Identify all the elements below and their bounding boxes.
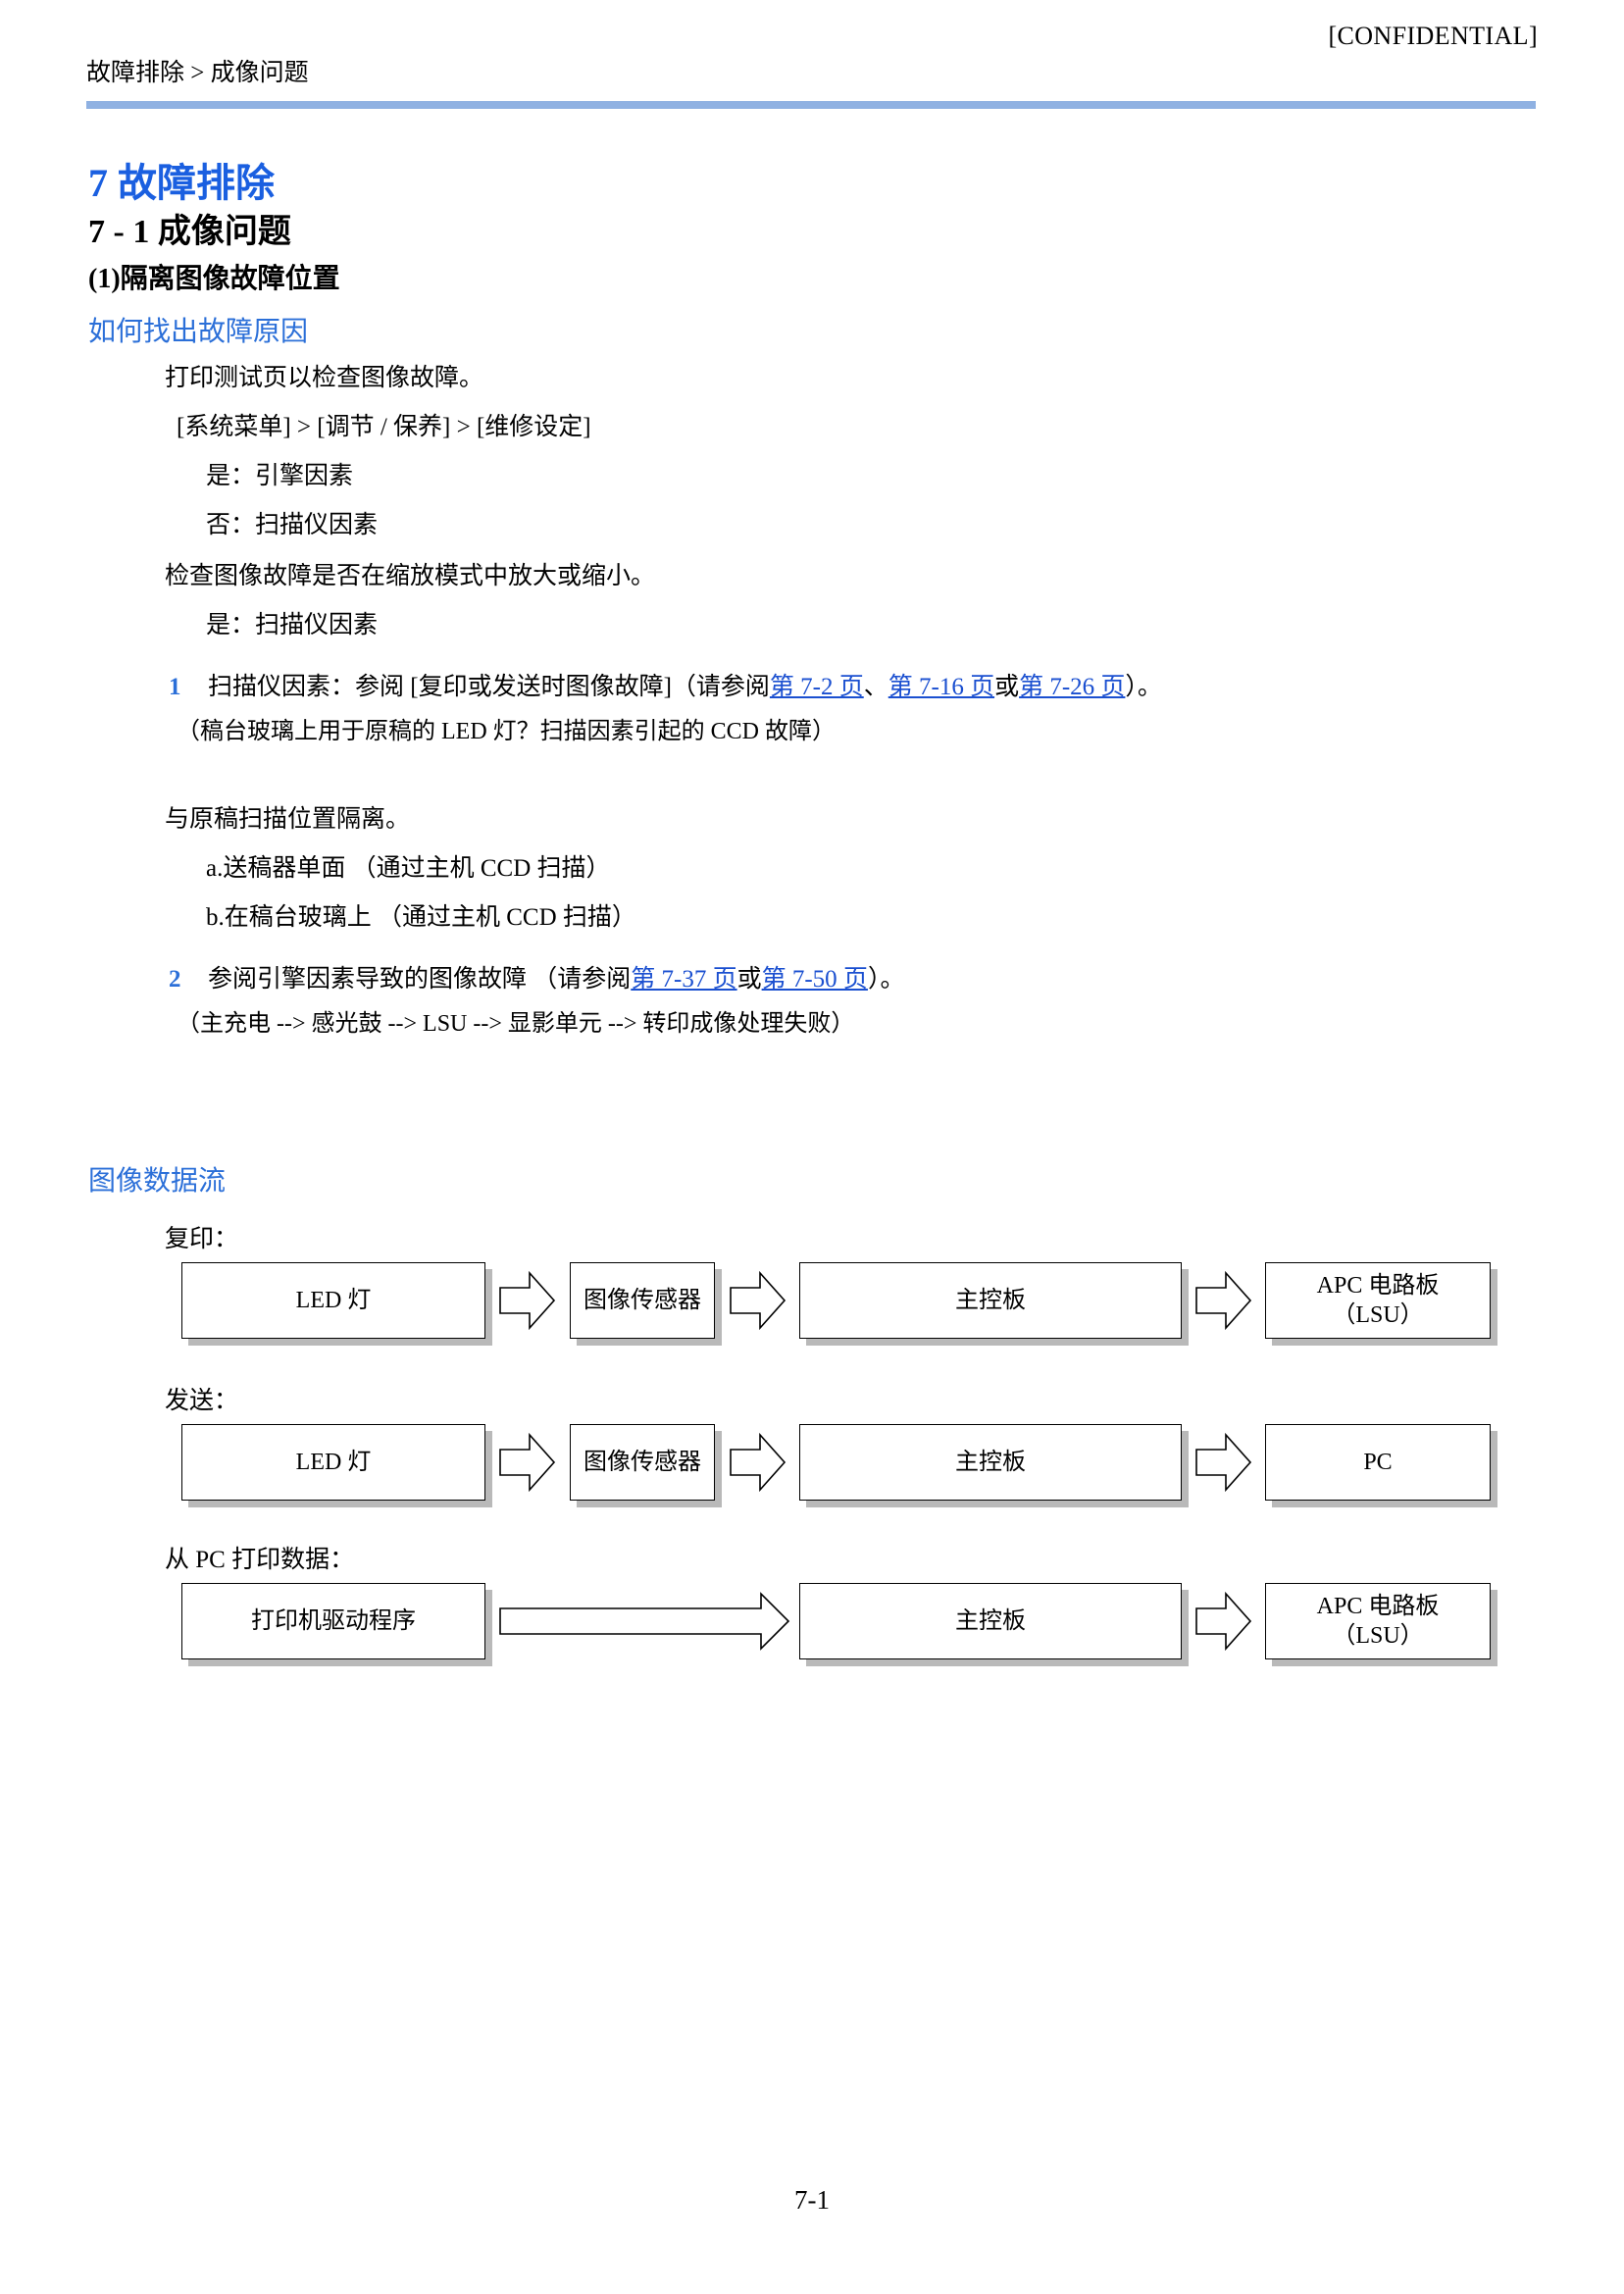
- link-page-7-37[interactable]: 第 7-37 页: [631, 966, 736, 993]
- flow-arrow-icon: [730, 1432, 787, 1493]
- flow-box-label: 主控板: [955, 1608, 1026, 1634]
- heading-how-to-find: 如何找出故障原因: [88, 317, 309, 347]
- breadcrumb: 故障排除 > 成像问题: [86, 60, 309, 86]
- flow-box-label: LED 灯: [295, 1288, 372, 1313]
- list-item-1-note: （稿台玻璃上用于原稿的 LED 灯？扫描因素引起的 CCD 故障）: [177, 719, 836, 744]
- header-rule: [86, 101, 1536, 109]
- footer-page-number: 7-1: [794, 2185, 830, 2215]
- paragraph-print-test: 打印测试页以检查图像故障。: [165, 365, 484, 391]
- link-page-7-50[interactable]: 第 7-50 页: [762, 966, 868, 993]
- flow-label-send: 发送：: [165, 1388, 239, 1414]
- flow-box-label: PC: [1363, 1450, 1393, 1475]
- list-item-1-sep1: 、: [863, 674, 888, 700]
- flow-box-printer-driver: 打印机驱动程序: [181, 1583, 485, 1659]
- paragraph-yes-scanner: 是：扫描仪因素: [206, 612, 379, 638]
- subsection-title: (1)隔离图像故障位置: [88, 264, 340, 294]
- heading-image-data-flow: 图像数据流: [88, 1166, 227, 1197]
- flow-arrow-icon: [1195, 1270, 1252, 1331]
- list-item-1-sep2: 或: [994, 674, 1020, 700]
- list-item-2: 2 参阅引擎因素导致的图像故障 （请参阅第 7-37 页或第 7-50 页）。: [169, 959, 904, 994]
- paragraph-isolate: 与原稿扫描位置隔离。: [165, 806, 411, 833]
- flow-box-label: 图像传感器: [584, 1288, 701, 1313]
- document-page: [CONFIDENTIAL] 故障排除 > 成像问题 7 故障排除 7 - 1 …: [0, 0, 1624, 2294]
- paragraph-option-b: b.在稿台玻璃上 （通过主机 CCD 扫描）: [206, 904, 636, 931]
- list-item-2-text-after: ）。: [867, 966, 905, 993]
- flow-box-led-lamp-copy: LED 灯: [181, 1262, 485, 1339]
- page-title: 7 故障排除: [88, 161, 275, 205]
- list-item-1-number: 1: [169, 674, 181, 700]
- flow-label-copy: 复印：: [165, 1226, 239, 1252]
- flow-arrow-icon: [499, 1270, 556, 1331]
- flow-arrow-icon: [1195, 1591, 1252, 1652]
- list-item-2-text: 参阅引擎因素导致的图像故障 （请参阅: [208, 966, 632, 993]
- flow-box-main-board-print: 主控板: [799, 1583, 1182, 1659]
- flow-box-main-board-send: 主控板: [799, 1424, 1182, 1501]
- list-item-1-text-after: ）。: [1125, 674, 1162, 700]
- list-item-2-note: （主充电 --> 感光鼓 --> LSU --> 显影单元 --> 转印成像处理…: [177, 1011, 855, 1037]
- confidential-marker: [CONFIDENTIAL]: [1328, 22, 1538, 50]
- flow-box-apc-pwb-copy: APC 电路板 （LSU）: [1265, 1262, 1491, 1339]
- flow-arrow-icon: [499, 1432, 556, 1493]
- flow-box-main-board-copy: 主控板: [799, 1262, 1182, 1339]
- flow-box-label: 图像传感器: [584, 1450, 701, 1475]
- list-item-2-number: 2: [169, 966, 181, 993]
- paragraph-option-a: a.送稿器单面 （通过主机 CCD 扫描）: [206, 855, 611, 882]
- section-title: 7 - 1 成像问题: [88, 214, 291, 250]
- paragraph-no-scanner: 否：扫描仪因素: [206, 512, 379, 538]
- flow-arrow-icon: [1195, 1432, 1252, 1493]
- flow-box-label: 主控板: [955, 1288, 1026, 1313]
- flow-arrow-icon: [730, 1270, 787, 1331]
- link-page-7-26[interactable]: 第 7-26 页: [1019, 674, 1125, 700]
- flow-box-image-sensor-copy: 图像传感器: [570, 1262, 715, 1339]
- flow-box-image-sensor-send: 图像传感器: [570, 1424, 715, 1501]
- list-item-2-sep1: 或: [736, 966, 762, 993]
- flow-box-label: 主控板: [955, 1450, 1026, 1475]
- flow-box-label: LED 灯: [295, 1450, 372, 1475]
- flow-box-led-lamp-send: LED 灯: [181, 1424, 485, 1501]
- flow-box-label: 打印机驱动程序: [251, 1608, 416, 1634]
- link-page-7-2[interactable]: 第 7-2 页: [770, 674, 864, 700]
- flow-box-label: APC 电路板 （LSU）: [1316, 1594, 1440, 1649]
- list-item-1: 1 扫描仪因素：参阅 [复印或发送时图像故障]（请参阅第 7-2 页、第 7-16…: [169, 667, 1162, 702]
- flow-box-pc-send: PC: [1265, 1424, 1491, 1501]
- flow-arrow-long-icon: [499, 1592, 790, 1651]
- flow-box-apc-pwb-print: APC 电路板 （LSU）: [1265, 1583, 1491, 1659]
- paragraph-check-zoom: 检查图像故障是否在缩放模式中放大或缩小。: [165, 563, 656, 589]
- list-item-1-text: 扫描仪因素：参阅 [复印或发送时图像故障]（请参阅: [208, 674, 770, 700]
- flow-box-label: APC 电路板 （LSU）: [1316, 1273, 1440, 1328]
- paragraph-menu-path: [系统菜单] > [调节 / 保养] > [维修设定]: [177, 414, 591, 440]
- link-page-7-16[interactable]: 第 7-16 页: [888, 674, 994, 700]
- paragraph-yes-engine: 是：引擎因素: [206, 463, 354, 489]
- flow-label-print-from-pc: 从 PC 打印数据：: [165, 1547, 355, 1573]
